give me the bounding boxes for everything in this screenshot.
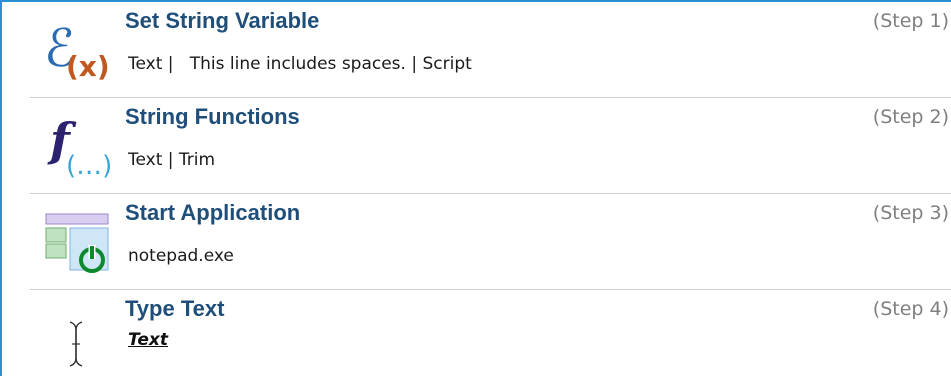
step-row-string-functions[interactable]: f (…) String Functions (Step 2) Text | T… [30,98,951,194]
detail-part: Text | [128,54,174,74]
text-cursor-icon [42,308,112,370]
detail-part: notepad.exe [128,246,234,266]
function-icon: f (…) [42,113,112,181]
step-title: Type Text [125,296,225,321]
step-title: String Functions [125,104,300,129]
step-number: (Step 1) [872,10,949,32]
step-detail: Text [128,330,168,350]
step-row-start-application[interactable]: Start Application (Step 3) notepad.exe [30,194,951,290]
step-detail: Text | This line includes spaces. | Scri… [128,54,472,74]
step-row-type-text[interactable]: Type Text (Step 4) Text [30,290,951,386]
set-variable-icon: ℰ (x) [42,19,112,83]
steps-panel: ℰ (x) Set String Variable (Step 1) Text … [0,0,951,376]
start-application-icon [42,212,112,274]
step-number: (Step 4) [872,298,949,320]
step-title: Start Application [125,200,301,225]
svg-text:(x): (x) [66,50,110,82]
svg-text:(…): (…) [66,151,112,178]
detail-part: Text | [128,150,174,170]
step-detail: Text | Trim [128,150,215,170]
step-number: (Step 3) [872,202,949,224]
step-row-set-string-variable[interactable]: ℰ (x) Set String Variable (Step 1) Text … [30,2,951,98]
step-number: (Step 2) [872,106,949,128]
step-detail: notepad.exe [128,246,234,266]
detail-part: Trim [178,150,216,170]
detail-part: This line includes spaces. | Script [189,54,472,74]
variable-link[interactable]: Text [128,330,168,350]
step-title: Set String Variable [125,8,320,33]
